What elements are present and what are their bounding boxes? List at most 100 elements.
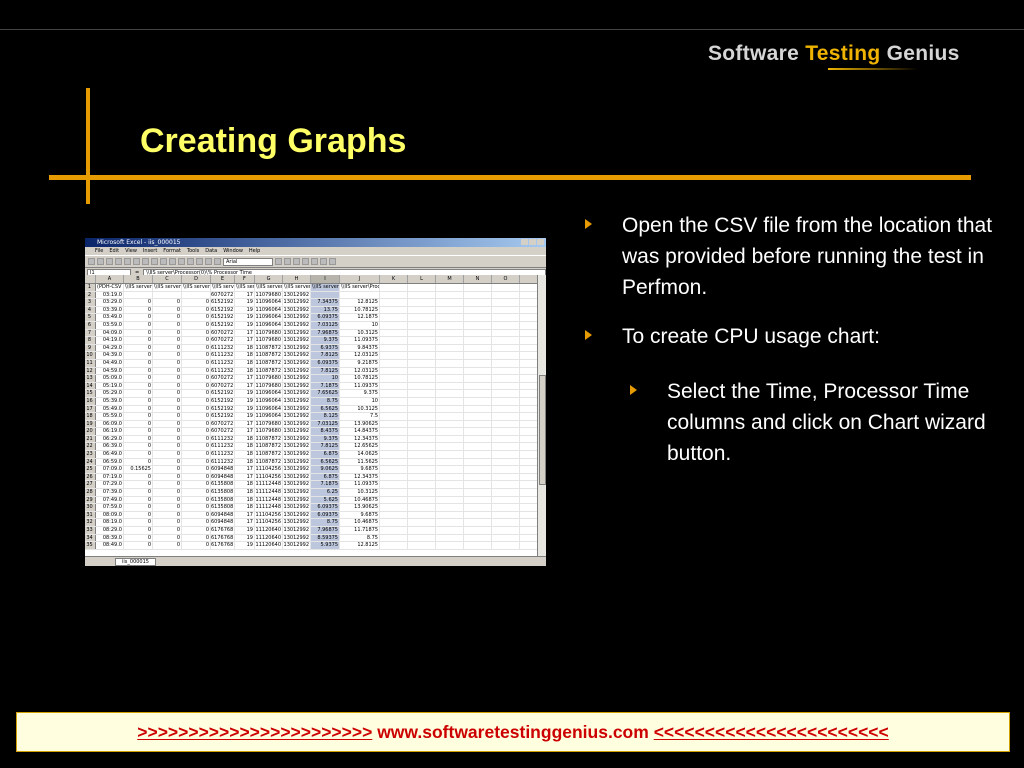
restore-icon (529, 239, 536, 245)
table-row: 20 06:19.0 0 0 0 6070272 17 11079680 13012992 8.4… (85, 428, 537, 436)
table-row: 4 03:39.0 0 0 0 6152192 19 11096064 13012992 13.7… (85, 306, 537, 315)
table-row: 10 04:39.0 0 0 0 6111232 18 11087872 13012992 7.8… (85, 352, 537, 360)
excel-grid: A B C D E F G H I J K L M N O 1 (PDH-CSV \\IIS server \\II… (85, 275, 537, 556)
table-row: 8 04:19.0 0 0 0 6070272 17 11079680 13012992 9.37… (85, 337, 537, 345)
column-header: J (340, 275, 380, 283)
table-row: 30 07:59.0 0 0 0 6135808 18 11112448 13012992 6.0… (85, 504, 537, 512)
column-header: M (436, 275, 464, 283)
top-border-line (0, 29, 1024, 30)
table-row: 19 06:09.0 0 0 0 6070272 17 11079680 13012992 7.0… (85, 420, 537, 429)
toolbar-button-icon (293, 258, 300, 265)
minimize-icon (521, 239, 528, 245)
toolbar-button-icon (133, 258, 140, 265)
toolbar-button-icon (205, 258, 212, 265)
excel-menu-item: Insert (142, 248, 158, 254)
toolbar-button-icon (160, 258, 167, 265)
column-header: E (211, 275, 235, 283)
toolbar-button-icon (214, 258, 221, 265)
table-row: 28 07:39.0 0 0 0 6135808 18 11112448 13012992 6.2… (85, 489, 537, 497)
table-row: 17 05:49.0 0 0 0 6152192 19 11096064 13012992 6.5… (85, 405, 537, 414)
table-row: 13 05:09.0 0 0 0 6070272 17 11079680 13012992 10 1… (85, 375, 537, 383)
excel-menu-item: Edit (109, 248, 120, 254)
table-row: 33 08:29.0 0 0 0 6176768 19 11120640 13012992 7.9… (85, 527, 537, 535)
table-row: 2 03:19.0 6070272 17 11079680 13012992 (85, 291, 537, 300)
column-header: G (255, 275, 283, 283)
table-row: 21 06:29.0 0 0 0 6111232 18 11087872 13012992 9.3… (85, 435, 537, 444)
toolbar-button-icon (142, 258, 149, 265)
table-row: 16 05:39.0 0 0 0 6152192 19 11096064 13012992 8.7… (85, 397, 537, 406)
table-row: 9 04:29.0 0 0 0 6111232 18 11087872 13012992 6.93… (85, 344, 537, 353)
excel-menu-item: View (125, 248, 137, 254)
footer-banner: >>>>>>>>>>>>>>>>>>>>>>> www.softwaretest… (16, 712, 1010, 752)
toolbar-button-icon (284, 258, 291, 265)
table-row: 31 08:09.0 0 0 0 6094848 17 11104256 13012992 6.0… (85, 511, 537, 520)
website-link[interactable]: www.softwaretestinggenius.com (377, 722, 649, 742)
column-header: N (464, 275, 492, 283)
column-header: A (96, 275, 124, 283)
arrow-bullet-icon (585, 219, 592, 229)
excel-menu-item: Tools (186, 248, 200, 254)
table-row: 29 07:49.0 0 0 0 6135808 18 11112448 13012992 5.6… (85, 496, 537, 505)
column-header: I (311, 275, 340, 283)
vertical-accent-bar (86, 88, 90, 204)
column-header: D (182, 275, 211, 283)
toolbar-button-icon (88, 258, 95, 265)
column-header: B (124, 275, 153, 283)
sub-bullet-item: Select the Time, Processor Time columns … (630, 376, 1005, 469)
excel-screenshot: Microsoft Excel - iis_000015 File Edit Vie… (85, 238, 546, 566)
toolbar-button-icon (124, 258, 131, 265)
arrow-bullet-icon (585, 330, 592, 340)
table-row: 34 08:39.0 0 0 0 6176768 19 11120640 13012992 8.5… (85, 534, 537, 543)
table-row: 15 05:29.0 0 0 0 6152192 19 11096064 13012992 7.6… (85, 390, 537, 398)
toolbar-button-icon (178, 258, 185, 265)
toolbar-button-icon (187, 258, 194, 265)
toolbar-button-icon (311, 258, 318, 265)
excel-menu-item: File (95, 248, 104, 254)
excel-sheet-tabs: iis_000015 (85, 556, 546, 566)
toolbar-button-icon (329, 258, 336, 265)
excel-toolbar: Arial (85, 255, 546, 268)
bullet-list: Open the CSV file from the location that… (585, 210, 1005, 487)
bullet-item: Open the CSV file from the location that… (585, 210, 1005, 303)
table-row: 18 05:59.0 0 0 0 6152192 19 11096064 13012992 8.1… (85, 413, 537, 421)
table-row: 3 03:29.0 0 0 0 6152192 19 11096064 13012992 7.34… (85, 299, 537, 307)
toolbar-button-icon (97, 258, 104, 265)
excel-menu-item: Data (205, 248, 218, 254)
table-row: 22 06:39.0 0 0 0 6111232 18 11087872 13012992 7.8… (85, 443, 537, 452)
toolbar-button-icon (169, 258, 176, 265)
arrow-bullet-icon (630, 385, 637, 395)
toolbar-button-icon (151, 258, 158, 265)
table-row: 35 08:49.0 0 0 0 6176768 19 11120640 13012992 5.9… (85, 542, 537, 550)
toolbar-button-icon (302, 258, 309, 265)
table-row: 25 07:09.0 0.15625 0 0 6094848 17 11104256 13012… (85, 466, 537, 474)
slide-title: Creating Graphs (140, 122, 407, 160)
close-icon (537, 239, 544, 245)
bullet-item: To create CPU usage chart: (585, 321, 1005, 352)
excel-menu-item: Window (223, 248, 243, 254)
table-row: 5 03:49.0 0 0 0 6152192 19 11096064 13012992 6.09… (85, 314, 537, 322)
horizontal-accent-bar (49, 175, 971, 180)
column-header: C (153, 275, 182, 283)
excel-menu-bar: File Edit View Insert Format Tools Data Window H… (85, 247, 546, 255)
toolbar-button-icon (320, 258, 327, 265)
font-select: Arial (223, 257, 273, 266)
logo-underline (828, 68, 918, 70)
table-row: 24 06:59.0 0 0 0 6111232 18 11087872 13012992 6.5… (85, 458, 537, 467)
brand-logo: Software Testing Genius (708, 42, 960, 65)
column-header: O (492, 275, 520, 283)
toolbar-button-icon (106, 258, 113, 265)
excel-menu-item: Help (248, 248, 261, 254)
column-header: F (235, 275, 255, 283)
toolbar-button-icon (196, 258, 203, 265)
table-row: 7 04:09.0 0 0 0 6070272 17 11079680 13012992 7.96… (85, 329, 537, 338)
table-row: 32 08:19.0 0 0 0 6094848 17 11104256 13012992 8.7… (85, 519, 537, 527)
excel-title-bar: Microsoft Excel - iis_000015 (85, 238, 546, 247)
excel-vertical-scrollbar (537, 275, 546, 556)
column-header: K (380, 275, 408, 283)
table-row: 27 07:29.0 0 0 0 6135808 18 11112448 13012992 7.1… (85, 481, 537, 490)
table-row: 26 07:19.0 0 0 0 6094848 17 11104256 13012992 6.8… (85, 473, 537, 482)
table-row: 23 06:49.0 0 0 0 6111232 18 11087872 13012992 6.8… (85, 451, 537, 459)
column-header: H (283, 275, 311, 283)
table-row: 11 04:49.0 0 0 0 6111232 18 11087872 13012992 6.0… (85, 359, 537, 368)
table-row: 14 05:19.0 0 0 0 6070272 17 11079680 13012992 7.1… (85, 382, 537, 391)
